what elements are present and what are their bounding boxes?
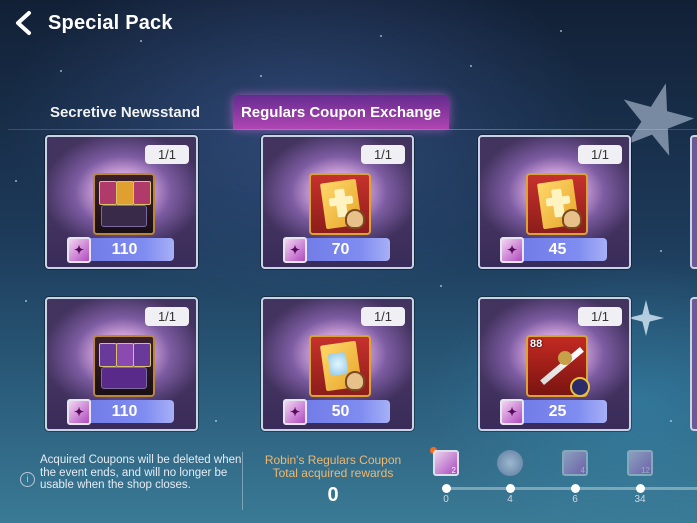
shop-item[interactable]: 1/1 70 ✦ [261,135,414,269]
coupon-icon: ✦ [67,399,91,425]
reward-coupon-icon[interactable]: 12 [627,450,653,476]
divider [242,452,243,510]
golden-book-icon [309,173,371,235]
stock-badge: 1/1 [145,145,189,164]
shop-item[interactable]: 1/1 110 ✦ [45,135,198,269]
header: Special Pack [0,0,697,50]
milestone-label: 0 [443,494,449,505]
price-value: 110 [111,402,138,420]
milestone-node [571,484,580,493]
back-arrow-icon[interactable] [12,10,38,36]
price-value: 110 [111,240,138,258]
reward-orb-icon[interactable] [497,450,523,476]
milestone-node [506,484,515,493]
partial-shop-item[interactable] [690,297,697,431]
reward-coupon-icon[interactable]: 2 [433,450,459,476]
golden-book-icon [526,173,588,235]
coupon-icon: ✦ [500,237,524,263]
stock-badge: 1/1 [361,145,405,164]
price-value: 25 [548,402,567,420]
price-value: 45 [548,240,567,258]
stock-badge: 1/1 [361,307,405,326]
crystal-book-icon [309,335,371,397]
shop-item[interactable]: 1/1 45 ✦ [478,135,631,269]
shop-item[interactable]: 1/1 110 ✦ [45,297,198,431]
stock-badge: 1/1 [145,307,189,326]
shop-item[interactable]: 1/1 88 25 ✦ [478,297,631,431]
shop-item[interactable]: 1/1 50 ✦ [261,297,414,431]
coupon-icon: ✦ [283,399,307,425]
tab-secretive-newsstand[interactable]: Secretive Newsstand [40,95,210,129]
tab-regulars-coupon-exchange[interactable]: Regulars Coupon Exchange [233,95,449,129]
page-title: Special Pack [48,12,173,34]
milestone-label: 34 [634,494,646,505]
card-pack-icon [93,335,155,397]
coupon-icon: ✦ [67,237,91,263]
milestone-label: 4 [507,494,513,505]
milestone-node [442,484,451,493]
reward-coupon-icon[interactable]: 4 [562,450,588,476]
reward-title: Robin's Regulars Coupon Total acquired r… [264,453,402,480]
sparkle-decoration [628,300,664,336]
item-level: 88 [530,338,543,350]
info-icon: i [20,472,35,487]
milestone-node [636,484,645,493]
weapon-icon: 88 [526,335,590,397]
coupon-icon: ✦ [500,399,524,425]
stock-badge: 1/1 [578,145,622,164]
milestone-label: 6 [572,494,578,505]
card-pack-icon [93,173,155,235]
partial-shop-item[interactable] [690,135,697,269]
price-value: 50 [331,402,350,420]
notice-text: Acquired Coupons will be deleted when th… [40,454,242,491]
tab-bar: Secretive Newsstand Regulars Coupon Exch… [0,95,697,131]
coupon-icon: ✦ [283,237,307,263]
reward-total: 0 [327,484,339,506]
price-value: 70 [331,240,350,258]
stock-badge: 1/1 [578,307,622,326]
tab-divider [8,129,697,130]
